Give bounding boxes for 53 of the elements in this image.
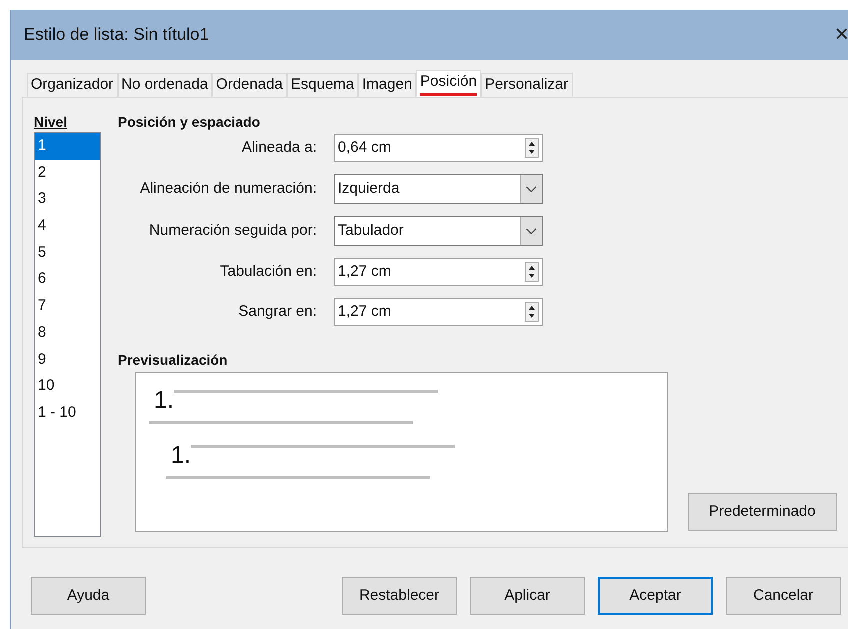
dialog-button[interactable]: Restablecer (342, 577, 457, 615)
level-item[interactable]: 9 (35, 346, 100, 374)
level-item[interactable]: 4 (35, 213, 100, 240)
level-item[interactable]: 1 - 10 (35, 400, 100, 427)
tab[interactable]: Esquema (287, 73, 358, 97)
field-value: Tabulador (338, 220, 404, 241)
tab[interactable]: Organizador (27, 73, 118, 97)
dialog-button[interactable]: Aplicar (470, 577, 585, 615)
level-item[interactable]: 5 (35, 240, 100, 266)
chevron-down-icon (520, 217, 542, 245)
section-heading: Posición y espaciado (118, 113, 262, 132)
close-button[interactable]: × (832, 23, 848, 47)
field-label: Alineada a: (240, 138, 318, 158)
tab[interactable]: Posición (416, 70, 482, 97)
default-settings-button[interactable]: Predeterminado (688, 493, 837, 531)
dialog-button[interactable]: Cancelar (726, 577, 841, 615)
list-number: 1. (154, 387, 174, 415)
dropdown[interactable]: Tabulador (334, 216, 543, 246)
section-heading: Previsualización (118, 351, 229, 370)
level-item[interactable]: 2 (35, 160, 100, 186)
level-list[interactable]: 1 2 3 4 5 6 7 8 9 10 1 - 10 (34, 132, 101, 537)
field-value: 1,27 cm (338, 262, 392, 282)
field-label: Alineación de numeración: (139, 178, 318, 199)
level-label: Nivel (34, 113, 68, 132)
chevron-down-icon (520, 175, 542, 203)
field-label: Sangrar en: (238, 302, 318, 322)
level-item[interactable]: 6 (35, 266, 100, 294)
tab[interactable]: Imagen (358, 73, 416, 97)
field-value: 0,64 cm (338, 138, 392, 158)
field-value: Izquierda (338, 178, 400, 199)
spin-field[interactable]: 1,27 cm (334, 298, 543, 326)
list-number: 1. (171, 442, 192, 470)
level-item[interactable]: 3 (35, 186, 100, 214)
tab[interactable]: No ordenada (118, 73, 212, 97)
field-label: Tabulación en: (219, 262, 318, 282)
spin-arrows-icon[interactable] (525, 262, 539, 282)
spin-arrows-icon[interactable] (525, 138, 539, 158)
default-button[interactable]: Aceptar (598, 577, 713, 615)
level-item[interactable]: 8 (35, 320, 100, 346)
field-value: 1,27 cm (338, 302, 392, 322)
selected-indicator (420, 93, 478, 96)
spin-field[interactable]: 1,27 cm (334, 258, 543, 286)
tab[interactable]: Ordenada (212, 73, 287, 97)
level-item[interactable]: 1 (35, 133, 100, 160)
window-title: Estilo de lista: Sin título1 (24, 24, 210, 46)
level-item[interactable]: 7 (35, 293, 100, 320)
field-label: Numeración seguida por: (148, 220, 318, 241)
spin-arrows-icon[interactable] (525, 302, 539, 322)
dialog-button[interactable]: Ayuda (31, 577, 146, 615)
spin-field[interactable]: 0,64 cm (334, 134, 543, 162)
level-item[interactable]: 10 (35, 373, 100, 400)
dropdown[interactable]: Izquierda (334, 174, 543, 204)
tab[interactable]: Personalizar (481, 73, 572, 97)
